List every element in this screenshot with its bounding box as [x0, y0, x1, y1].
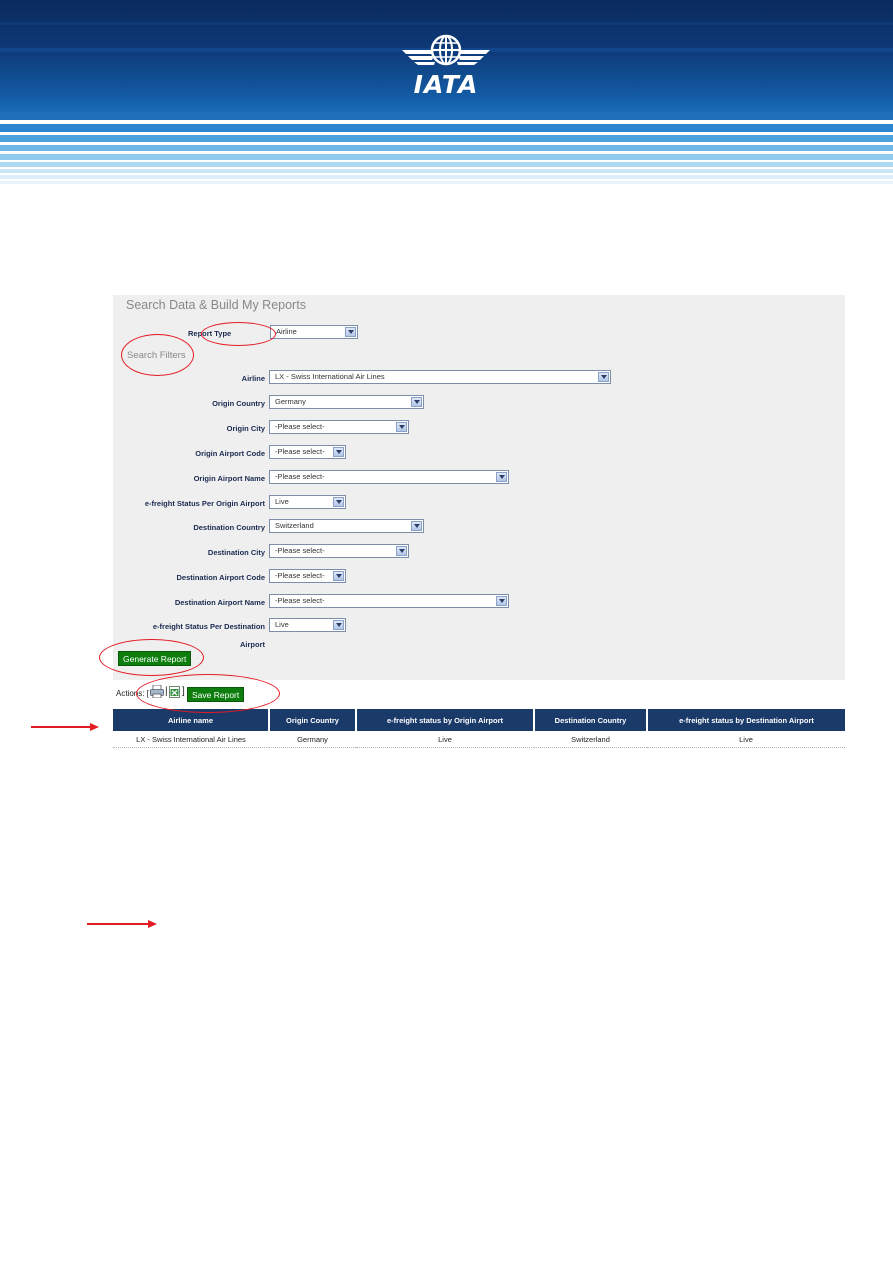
origin-efreight-status-select[interactable]: Live [269, 495, 346, 509]
column-header-destination-status[interactable]: e-freight status by Destination Airport [646, 709, 845, 731]
origin-city-label: Origin City [226, 424, 265, 433]
origin-country-select[interactable]: Germany [269, 395, 424, 409]
iata-globe-wings-icon [402, 34, 490, 66]
destination-country-label: Destination Country [193, 523, 265, 532]
annotation-circle-search-filters [121, 334, 194, 376]
origin-airport-code-label: Origin Airport Code [195, 449, 265, 458]
annotation-arrowhead-table [90, 723, 99, 731]
cell-destination-country: Switzerland [534, 731, 647, 748]
column-header-origin-country[interactable]: Origin Country [268, 709, 356, 731]
destination-efreight-status-label: e-freight Status Per Destination [152, 622, 265, 631]
destination-airport-code-label: Destination Airport Code [176, 573, 265, 582]
destination-city-label: Destination City [207, 548, 265, 557]
origin-efreight-status-label: e-freight Status Per Origin Airport [144, 499, 265, 508]
chevron-down-icon[interactable] [333, 497, 344, 507]
airline-label: Airline [241, 374, 265, 383]
destination-efreight-status-select[interactable]: Live [269, 618, 346, 632]
column-header-destination-country[interactable]: Destination Country [533, 709, 647, 731]
chevron-down-icon[interactable] [496, 596, 507, 606]
origin-airport-code-select[interactable]: -Please select- [269, 445, 346, 459]
cell-origin-country: Germany [269, 731, 356, 748]
cell-origin-status: Live [356, 731, 534, 748]
cell-destination-status: Live [647, 731, 845, 748]
table-row: LX - Swiss International Air Lines Germa… [113, 731, 845, 748]
origin-airport-name-label: Origin Airport Name [193, 474, 265, 483]
origin-airport-name-select[interactable]: -Please select- [269, 470, 509, 484]
chevron-down-icon[interactable] [496, 472, 507, 482]
chevron-down-icon[interactable] [411, 397, 422, 407]
iata-banner: IATA [0, 0, 893, 192]
annotation-arrow-lower [87, 923, 149, 925]
annotation-arrowhead-lower [148, 920, 157, 928]
results-table: Airline name Origin Country e-freight st… [113, 709, 845, 748]
column-header-origin-status[interactable]: e-freight status by Origin Airport [355, 709, 534, 731]
chevron-down-icon[interactable] [333, 571, 344, 581]
chevron-down-icon[interactable] [396, 422, 407, 432]
annotation-arrow-table [31, 726, 91, 728]
chevron-down-icon[interactable] [333, 447, 344, 457]
cell-airline-name: LX - Swiss International Air Lines [113, 731, 269, 748]
destination-airport-name-select[interactable]: -Please select- [269, 594, 509, 608]
annotation-circle-report-type [201, 322, 276, 346]
chevron-down-icon[interactable] [396, 546, 407, 556]
iata-logo: IATA [398, 32, 494, 99]
chevron-down-icon[interactable] [333, 620, 344, 630]
airline-select[interactable]: LX - Swiss International Air Lines [269, 370, 611, 384]
iata-logo-text: IATA [413, 70, 479, 99]
origin-country-label: Origin Country [212, 399, 265, 408]
annotation-circle-actions [136, 674, 280, 713]
destination-airport-code-select[interactable]: -Please select- [269, 569, 346, 583]
chevron-down-icon[interactable] [411, 521, 422, 531]
destination-airport-name-label: Destination Airport Name [174, 598, 265, 607]
chevron-down-icon[interactable] [598, 372, 609, 382]
chevron-down-icon[interactable] [345, 327, 356, 337]
destination-efreight-status-label-line2: Airport [240, 640, 265, 649]
report-type-select[interactable]: Airline [270, 325, 358, 339]
panel-title: Search Data & Build My Reports [126, 298, 306, 312]
destination-country-select[interactable]: Switzerland [269, 519, 424, 533]
origin-city-select[interactable]: -Please select- [269, 420, 409, 434]
destination-city-select[interactable]: -Please select- [269, 544, 409, 558]
annotation-circle-generate-report [99, 639, 204, 676]
